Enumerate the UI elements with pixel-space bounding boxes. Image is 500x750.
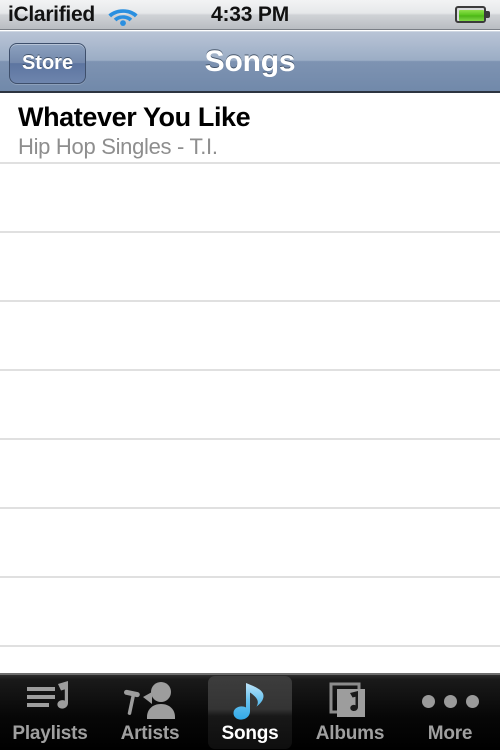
list-item[interactable]: [0, 371, 500, 440]
list-item[interactable]: [0, 578, 500, 647]
tab-songs[interactable]: Songs: [200, 675, 300, 750]
tab-more[interactable]: More: [400, 675, 500, 750]
tab-playlists[interactable]: Playlists: [0, 675, 100, 750]
dot: [444, 695, 457, 708]
list-item[interactable]: Whatever You Like Hip Hop Singles - T.I.: [0, 95, 500, 164]
battery-fill: [459, 10, 484, 21]
battery-body: [455, 6, 486, 23]
artist-microphone-icon: [100, 680, 200, 722]
song-title: Whatever You Like: [18, 102, 250, 133]
tab-playlists-label: Playlists: [0, 723, 100, 745]
dot: [466, 695, 479, 708]
more-dots-icon: [400, 680, 500, 722]
music-note-icon: [200, 680, 300, 722]
more-dots-group: [422, 695, 479, 708]
list-item[interactable]: [0, 509, 500, 578]
page-title: Songs: [0, 45, 500, 79]
status-bar: iClarified 4:33 PM: [0, 0, 500, 30]
tab-songs-label: Songs: [200, 723, 300, 745]
tab-more-label: More: [400, 723, 500, 745]
list-item[interactable]: [0, 164, 500, 233]
song-subtitle: Hip Hop Singles - T.I.: [18, 134, 218, 160]
list-item[interactable]: [0, 647, 500, 673]
tab-artists[interactable]: Artists: [100, 675, 200, 750]
iphone-screen: iClarified 4:33 PM Store Songs Whatever …: [0, 0, 500, 750]
song-list[interactable]: Whatever You Like Hip Hop Singles - T.I.: [0, 95, 500, 673]
tab-bar: Playlists Artists: [0, 673, 500, 750]
tab-artists-label: Artists: [100, 723, 200, 745]
battery-icon: [455, 6, 492, 23]
list-item[interactable]: [0, 233, 500, 302]
list-item[interactable]: [0, 440, 500, 509]
tab-albums-label: Albums: [300, 723, 400, 745]
list-item[interactable]: [0, 302, 500, 371]
tab-albums[interactable]: Albums: [300, 675, 400, 750]
battery-cap: [486, 11, 490, 18]
dot: [422, 695, 435, 708]
navigation-bar: Store Songs: [0, 31, 500, 93]
playlist-note-icon: [0, 680, 100, 722]
status-bar-clock: 4:33 PM: [0, 2, 500, 28]
albums-stack-icon: [300, 680, 400, 722]
